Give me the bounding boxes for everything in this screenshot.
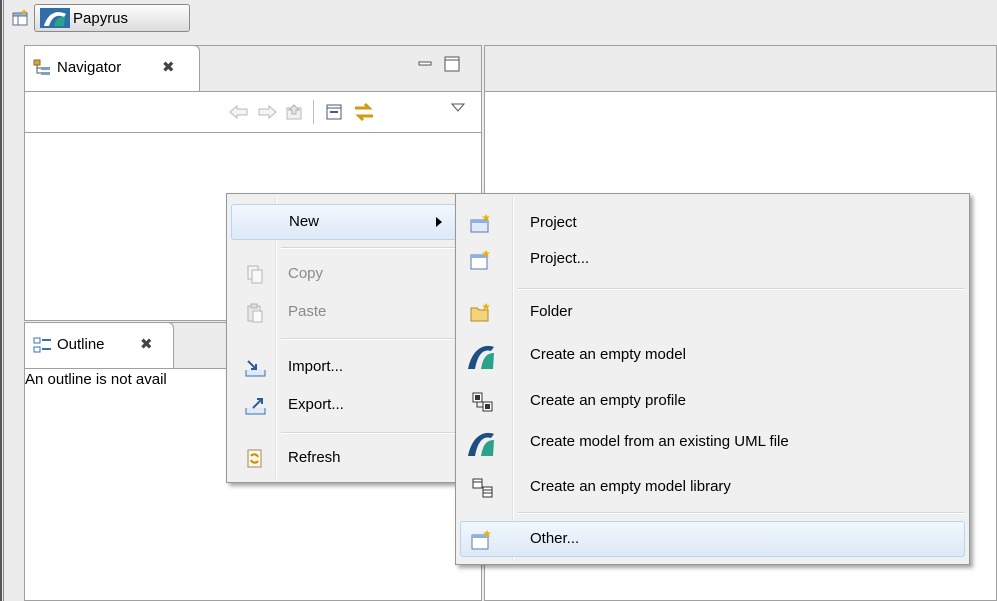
outline-icon <box>33 336 53 360</box>
paste-icon <box>245 303 265 323</box>
new-wizard-icon <box>471 530 491 550</box>
menu-item-import[interactable]: Import... <box>231 350 461 386</box>
menu-item-paste[interactable]: Paste <box>231 295 461 331</box>
window-frame-left <box>0 0 2 601</box>
up-icon[interactable] <box>285 103 305 125</box>
back-icon[interactable] <box>229 104 249 124</box>
menu-item-label: Other... <box>530 530 580 547</box>
menu-item-label: Paste <box>288 303 327 320</box>
menu-item-label: Create an empty profile <box>530 392 686 409</box>
copy-icon <box>245 265 265 285</box>
menu-item-label: Create model from an existing UML file <box>530 433 789 450</box>
outline-tab-label: Outline <box>57 336 105 353</box>
submenu-item-model-from-uml[interactable]: Create model from an existing UML file <box>460 425 965 461</box>
menu-item-label: Import... <box>288 358 344 375</box>
papyrus-perspective-button[interactable]: Papyrus <box>34 4 190 32</box>
navigator-tabstrip: Navigator ✖ <box>24 45 481 92</box>
maximize-icon[interactable] <box>444 56 460 76</box>
outline-message: An outline is not avail <box>25 371 167 388</box>
uml-profile-icon <box>472 392 493 412</box>
export-icon <box>245 396 266 416</box>
model-library-icon <box>472 478 493 498</box>
menu-item-label: New <box>289 213 320 230</box>
submenu-item-empty-profile[interactable]: Create an empty profile <box>460 384 965 420</box>
menu-item-label: Refresh <box>288 449 341 466</box>
submenu-arrow-icon <box>436 217 442 227</box>
menu-item-export[interactable]: Export... <box>231 388 461 424</box>
submenu-item-project[interactable]: Project <box>460 206 965 242</box>
menu-item-label: Create an empty model <box>530 346 686 363</box>
menu-item-new[interactable]: New <box>231 204 461 240</box>
toolbar-separator <box>313 100 314 124</box>
new-submenu: Project Project... Folder Create an empt… <box>455 193 970 565</box>
refresh-icon <box>245 449 265 469</box>
navigator-icon <box>33 59 53 81</box>
editor-tabstrip <box>485 46 996 92</box>
view-menu-chevron-down-icon[interactable] <box>450 100 466 117</box>
menu-separator <box>518 512 965 514</box>
menu-item-label: Copy <box>288 265 324 282</box>
papyrus-logo-icon <box>40 8 70 32</box>
menu-item-label: Create an empty model library <box>530 478 731 495</box>
submenu-item-other[interactable]: Other... <box>460 521 965 557</box>
outline-close-icon[interactable]: ✖ <box>140 335 153 353</box>
menu-item-label: Project <box>530 214 577 231</box>
menu-item-refresh[interactable]: Refresh <box>231 441 461 477</box>
new-folder-icon <box>470 303 490 323</box>
context-menu: New Copy Paste Import... Export... Refre… <box>226 193 467 483</box>
link-with-editor-icon[interactable] <box>353 101 375 127</box>
window-frame-left-inner <box>3 0 4 601</box>
navigator-tab-label: Navigator <box>57 59 122 76</box>
forward-icon[interactable] <box>257 104 277 124</box>
submenu-item-empty-model[interactable]: Create an empty model <box>460 338 965 374</box>
new-project-wizard-icon <box>470 250 490 270</box>
perspective-label: Papyrus <box>73 10 129 27</box>
menu-item-label: Folder <box>530 303 573 320</box>
new-project-icon <box>470 214 490 234</box>
open-perspective-icon[interactable] <box>12 9 30 27</box>
menu-separator <box>518 288 965 290</box>
navigator-close-icon[interactable]: ✖ <box>162 58 175 76</box>
menu-separator <box>281 432 462 434</box>
collapse-all-icon[interactable] <box>325 103 345 125</box>
import-icon <box>245 358 266 378</box>
submenu-item-empty-model-library[interactable]: Create an empty model library <box>460 470 965 506</box>
tab-navigator[interactable]: Navigator ✖ <box>24 45 200 91</box>
menu-separator <box>281 247 462 249</box>
tab-outline[interactable]: Outline ✖ <box>24 322 174 368</box>
menu-item-label: Project... <box>530 250 590 267</box>
submenu-item-project-wizard[interactable]: Project... <box>460 242 965 278</box>
menu-item-label: Export... <box>288 396 344 413</box>
menu-separator <box>281 338 462 340</box>
menu-item-copy[interactable]: Copy <box>231 257 461 293</box>
papyrus-model-icon <box>466 428 496 458</box>
submenu-item-folder[interactable]: Folder <box>460 295 965 331</box>
minimize-icon[interactable] <box>418 58 432 75</box>
navigator-toolbar <box>25 92 481 133</box>
papyrus-model-icon <box>466 341 496 371</box>
